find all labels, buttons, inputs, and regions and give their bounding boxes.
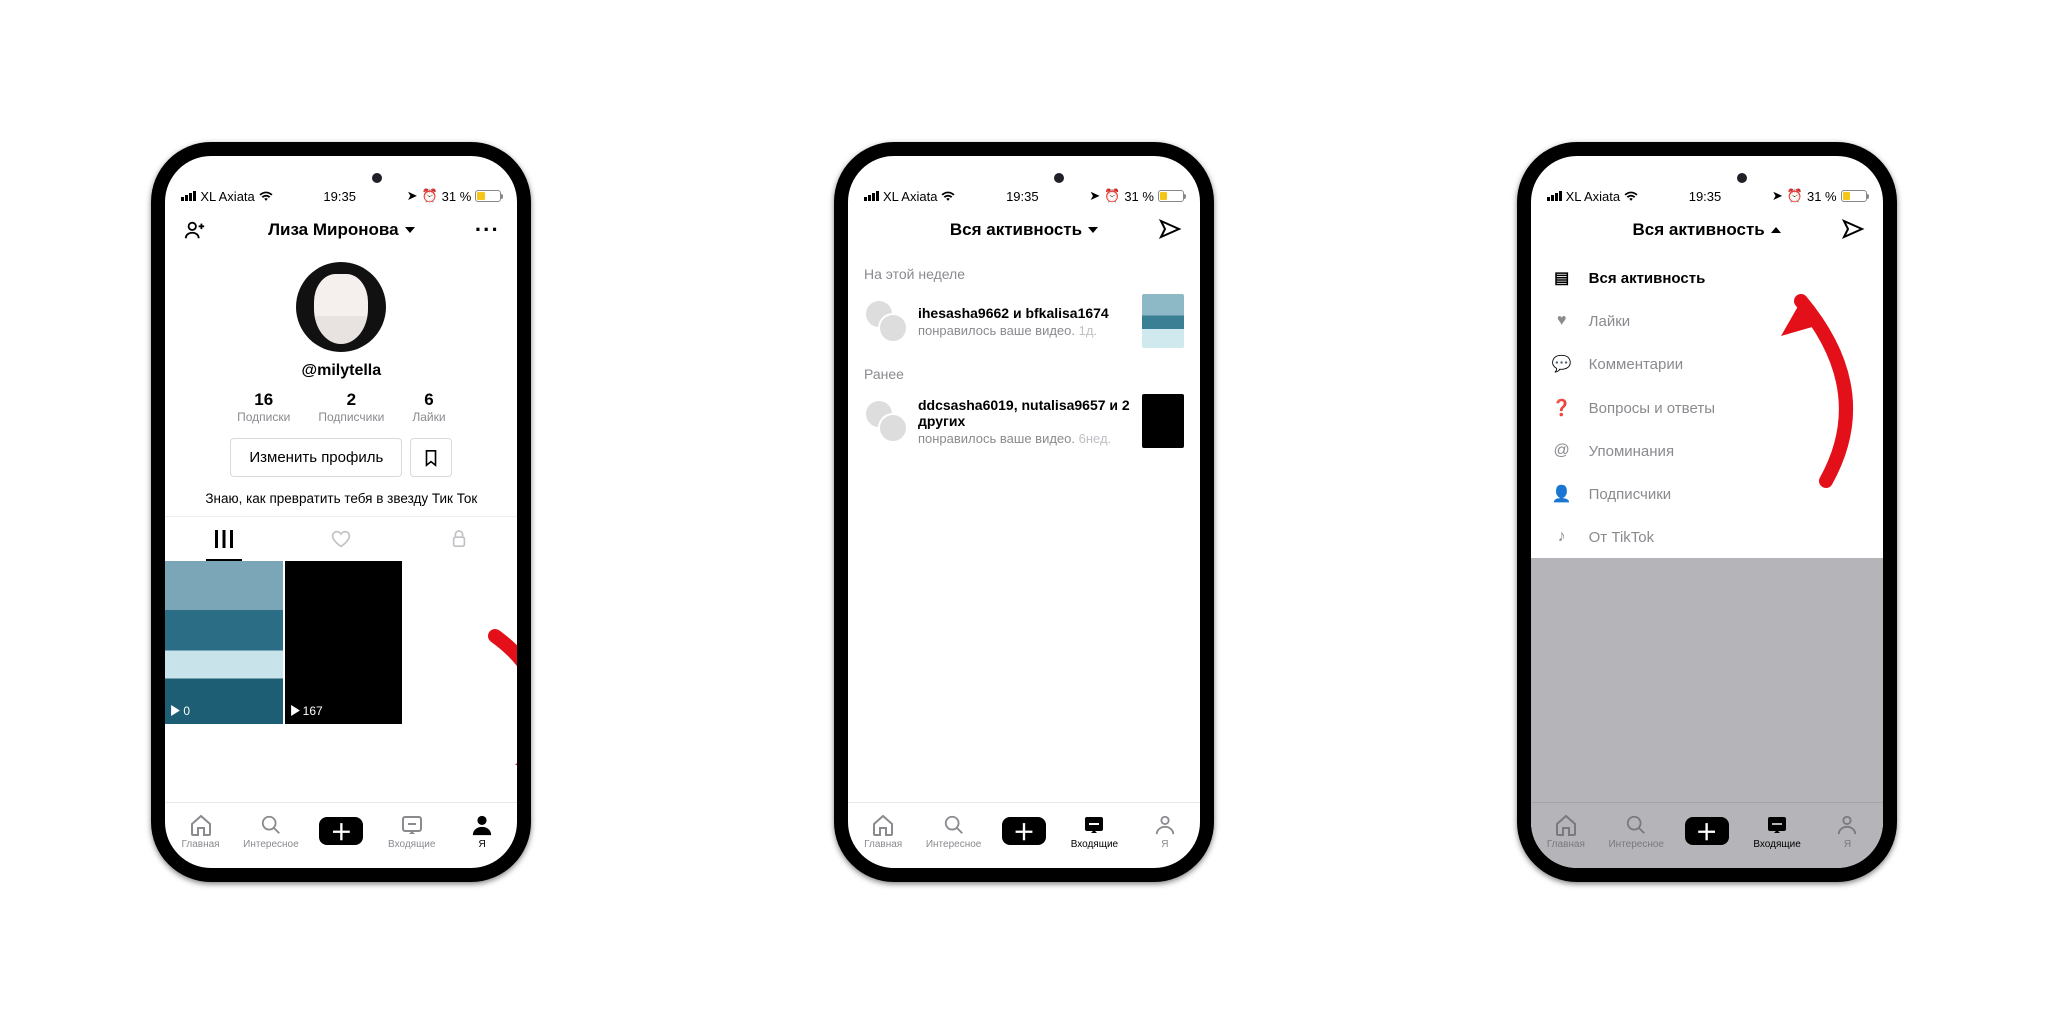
user-icon: 👤 (1551, 484, 1573, 504)
notification-row[interactable]: ddcsasha6019, nutalisa9657 и 2 других по… (848, 386, 1200, 456)
tab-private[interactable] (400, 517, 517, 561)
status-bar: XL Axiata 19:35 ➤⏰31 % (848, 156, 1200, 208)
video-thumb-icon[interactable] (1142, 394, 1184, 448)
filter-item-tiktok[interactable]: ♪От TikTok (1531, 516, 1883, 558)
wifi-icon (259, 191, 273, 202)
filter-item-likes[interactable]: ♥Лайки (1531, 300, 1883, 342)
bottom-nav: Главная Интересное ＋ Входящие Я (848, 802, 1200, 868)
notification-row[interactable]: ihesasha9662 и bfkalisa1674 понравилось … (848, 286, 1200, 356)
status-bar: XL Axiata 19:35 ➤ ⏰ 31 % (165, 156, 517, 208)
section-header-1: Ранее (848, 356, 1200, 386)
more-icon[interactable]: ··· (473, 216, 501, 244)
inbox-title-dropdown[interactable]: Вся активность (950, 220, 1098, 240)
phone-profile: XL Axiata 19:35 ➤ ⏰ 31 % Лиза Миронова ·… (151, 142, 531, 882)
section-header-0: На этой неделе (848, 256, 1200, 286)
filter-item-qna[interactable]: ❓Вопросы и ответы (1531, 386, 1883, 430)
nav-create[interactable]: ＋ (989, 803, 1059, 858)
filter-item-all[interactable]: ▤Вся активность (1531, 256, 1883, 300)
heart-icon: ♥ (1551, 312, 1573, 330)
filter-item-mentions[interactable]: @Упоминания (1531, 430, 1883, 472)
inbox-title-dropdown[interactable]: Вся активность (1633, 220, 1781, 240)
stat-likes[interactable]: 6Лайки (412, 390, 445, 424)
video-thumb-icon[interactable] (1142, 294, 1184, 348)
avatar-pair-icon (864, 399, 908, 443)
video-thumb-1[interactable]: 167 (285, 561, 402, 724)
profile-name-dropdown[interactable]: Лиза Миронова (268, 220, 415, 240)
stat-following[interactable]: 16Подписки (237, 390, 290, 424)
status-bar: XL Axiata 19:35 ➤⏰31 % (1531, 156, 1883, 208)
nav-discover[interactable]: Интересное (918, 803, 988, 858)
filter-item-followers[interactable]: 👤Подписчики (1531, 472, 1883, 516)
nav-create[interactable]: ＋ (306, 803, 376, 858)
video-thumb-0[interactable]: 0 (165, 561, 282, 724)
chat-icon: ▤ (1551, 268, 1573, 288)
phone-inbox: XL Axiata 19:35 ➤⏰31 % Вся активность На… (834, 142, 1214, 882)
nav-discover[interactable]: Интересное (236, 803, 306, 858)
clock: 19:35 (323, 189, 356, 204)
chevron-down-icon (405, 227, 415, 233)
loc-icon: ➤ (407, 188, 418, 204)
nav-home[interactable]: Главная (1531, 803, 1601, 858)
bookmarks-button[interactable] (410, 438, 452, 477)
stats-row: 16Подписки 2Подписчики 6Лайки (165, 390, 517, 424)
nav-home[interactable]: Главная (848, 803, 918, 858)
profile-name: Лиза Миронова (268, 220, 399, 240)
avatar-pair-icon (864, 299, 908, 343)
add-friend-icon[interactable] (181, 216, 209, 244)
avatar[interactable] (296, 262, 386, 352)
nav-me[interactable]: Я (1812, 803, 1882, 858)
nav-inbox[interactable]: Входящие (1059, 803, 1129, 858)
battery-icon (475, 190, 501, 202)
nav-inbox[interactable]: Входящие (377, 803, 447, 858)
send-icon[interactable] (1839, 216, 1867, 244)
comment-icon: 💬 (1551, 354, 1573, 374)
at-icon: @ (1551, 442, 1573, 460)
chevron-up-icon (1771, 227, 1781, 233)
carrier-label: XL Axiata (200, 189, 254, 204)
tab-liked[interactable] (283, 517, 400, 561)
filter-item-comments[interactable]: 💬Комментарии (1531, 342, 1883, 386)
qna-icon: ❓ (1551, 398, 1573, 418)
nav-me[interactable]: Я (1130, 803, 1200, 858)
nav-discover[interactable]: Интересное (1601, 803, 1671, 858)
alarm-icon: ⏰ (421, 188, 437, 204)
bottom-nav: Главная Интересное ＋ Входящие Я (1531, 802, 1883, 868)
handle: @milytella (165, 362, 517, 380)
bottom-nav: Главная Интересное ＋ Входящие Я (165, 802, 517, 868)
nav-create[interactable]: ＋ (1671, 803, 1741, 858)
bio: Знаю, как превратить тебя в звезду Тик Т… (165, 491, 517, 516)
tiktok-icon: ♪ (1551, 528, 1573, 546)
nav-home[interactable]: Главная (165, 803, 235, 858)
phone-filter: XL Axiata 19:35 ➤⏰31 % Вся активность ▤В… (1517, 142, 1897, 882)
signal-icon (181, 191, 196, 201)
stat-followers[interactable]: 2Подписчики (318, 390, 384, 424)
edit-profile-button[interactable]: Изменить профиль (230, 438, 402, 477)
battery-pct: 31 % (442, 189, 472, 204)
nav-inbox[interactable]: Входящие (1742, 803, 1812, 858)
chevron-down-icon (1088, 227, 1098, 233)
tab-grid[interactable] (165, 517, 282, 561)
overlay-backdrop[interactable] (1531, 558, 1883, 802)
send-icon[interactable] (1156, 216, 1184, 244)
filter-menu: ▤Вся активность ♥Лайки 💬Комментарии ❓Воп… (1531, 256, 1883, 558)
nav-me[interactable]: Я (447, 803, 517, 858)
